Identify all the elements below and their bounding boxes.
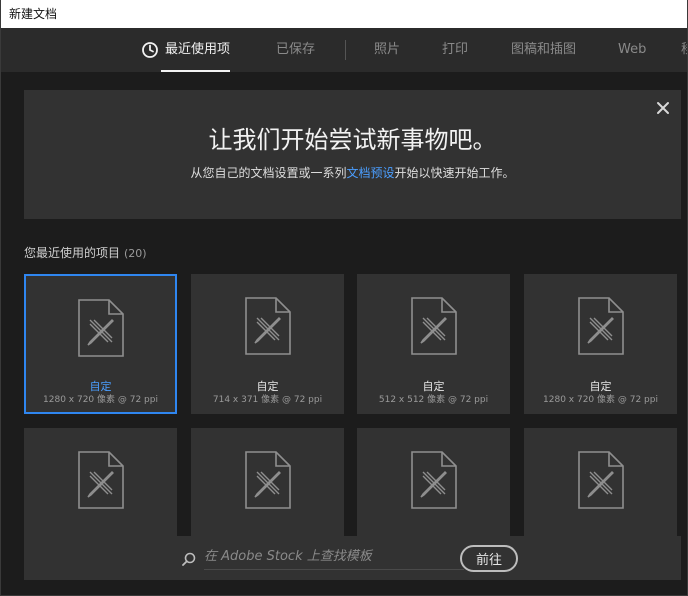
tab-print-label: 打印 [442,42,469,57]
tab-recent[interactable]: 最近使用项 [141,28,231,72]
tab-divider [345,40,346,60]
recent-items-count: (20) [124,247,147,260]
document-pencil-ruler-icon [410,450,458,510]
recent-item-card[interactable]: 自定 512 x 512 像素 @ 72 ppi [357,274,510,414]
search-icon [182,551,196,566]
document-pencil-ruler-icon [577,450,625,510]
tab-recent-label: 最近使用项 [165,42,231,57]
banner-subtitle-post: 开始以快速开始工作。 [394,166,515,180]
document-pencil-ruler-icon [77,298,125,358]
tab-art-illustration[interactable]: 图稿和插图 [511,28,576,72]
tab-photo-label: 照片 [374,42,401,57]
document-pencil-ruler-icon [577,296,625,356]
document-pencil-ruler-icon [244,450,292,510]
tab-saved[interactable]: 已保存 [276,28,315,72]
tab-photo[interactable]: 照片 [374,28,400,72]
stock-search-bar: 前往 [24,536,681,580]
recent-item-meta: 714 x 371 像素 @ 72 ppi [212,395,323,405]
document-pencil-ruler-icon [77,450,125,510]
banner-subtitle-pre: 从您自己的文档设置或一系列 [190,166,347,180]
banner-subtitle: 从您自己的文档设置或一系列文档预设开始以快速开始工作。 [24,164,681,181]
tab-saved-label: 已保存 [276,42,316,57]
recent-item-card[interactable]: 自定 1280 x 720 像素 @ 72 ppi [524,274,677,414]
document-pencil-ruler-icon [410,296,458,356]
tab-art-illustration-label: 图稿和插图 [511,42,577,57]
stock-search-input[interactable] [204,544,464,570]
window-title: 新建文档 [9,7,58,21]
window-titlebar: 新建文档 [1,0,687,28]
banner-title: 让我们开始尝试新事物吧。 [208,126,497,154]
tab-mobile[interactable]: 移 [681,28,687,72]
tab-web[interactable]: Web [618,28,646,72]
close-icon[interactable] [655,100,671,116]
recent-items-heading: 您最近使用的项目 (20) [24,244,147,261]
welcome-banner: 让我们开始尝试新事物吧。 从您自己的文档设置或一系列文档预设开始以快速开始工作。 [24,90,681,219]
tab-mobile-label: 移 [681,42,687,57]
document-pencil-ruler-icon [244,296,292,356]
tab-web-label: Web [618,42,647,57]
recent-item-meta: 512 x 512 像素 @ 72 ppi [378,395,489,405]
new-document-dialog: 新建文档 最近使用项 已保存 照片 打印 图稿和插图 Web 移 让我们开始尝试… [0,0,688,596]
tab-print[interactable]: 打印 [442,28,468,72]
clock-icon [141,41,159,59]
recent-item-meta: 1280 x 720 像素 @ 72 ppi [543,395,658,405]
recent-item-meta: 1280 x 720 像素 @ 72 ppi [43,395,158,405]
category-tabbar: 最近使用项 已保存 照片 打印 图稿和插图 Web 移 [1,28,687,72]
recent-item-card[interactable]: 自定 1280 x 720 像素 @ 72 ppi [24,274,177,414]
document-presets-link[interactable]: 文档预设 [346,166,394,180]
go-button[interactable]: 前往 [460,545,518,572]
recent-item-card[interactable]: 自定 714 x 371 像素 @ 72 ppi [191,274,344,414]
recent-items-heading-label: 您最近使用的项目 [24,246,121,260]
